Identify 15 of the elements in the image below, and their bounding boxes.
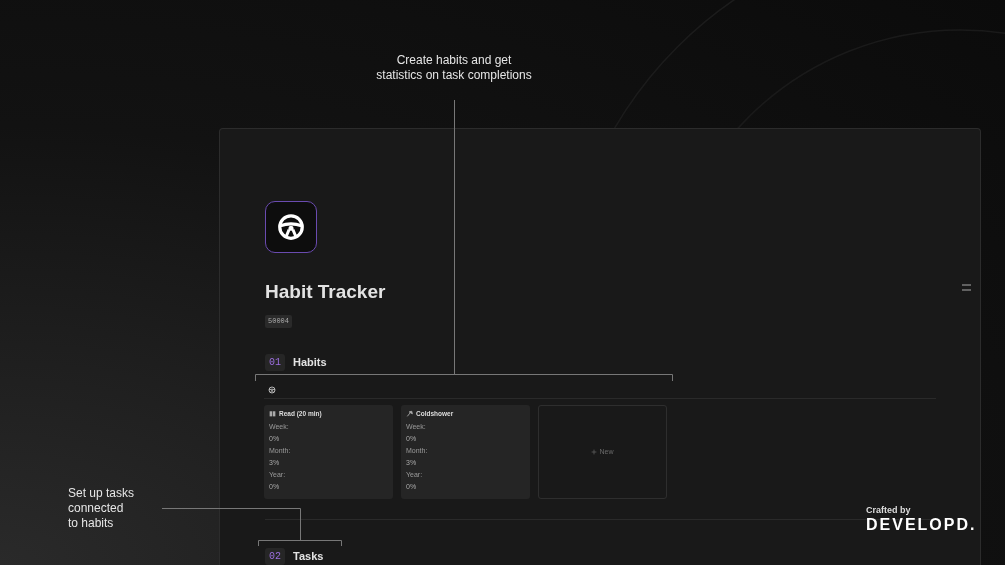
- menu-icon: [962, 284, 971, 291]
- section-number: 02: [265, 547, 285, 565]
- page-title: Habit Tracker: [265, 281, 386, 303]
- steering-wheel-icon: [276, 212, 306, 242]
- section-title: Tasks: [293, 549, 324, 564]
- shower-head-icon: [406, 410, 413, 418]
- annotation-text: Create habits and get statistics on task completions: [375, 53, 533, 83]
- brand-logo: DEVELOPD.: [866, 516, 977, 534]
- plus-icon: [591, 448, 598, 455]
- steering-wheel-icon: [268, 385, 276, 394]
- annotation-text: Set up tasks connected to habits: [68, 486, 135, 531]
- section-number: 01: [265, 354, 285, 371]
- book-icon: [269, 410, 276, 418]
- credit-caption: Crafted by: [866, 505, 912, 516]
- section-title: Habits: [293, 355, 327, 371]
